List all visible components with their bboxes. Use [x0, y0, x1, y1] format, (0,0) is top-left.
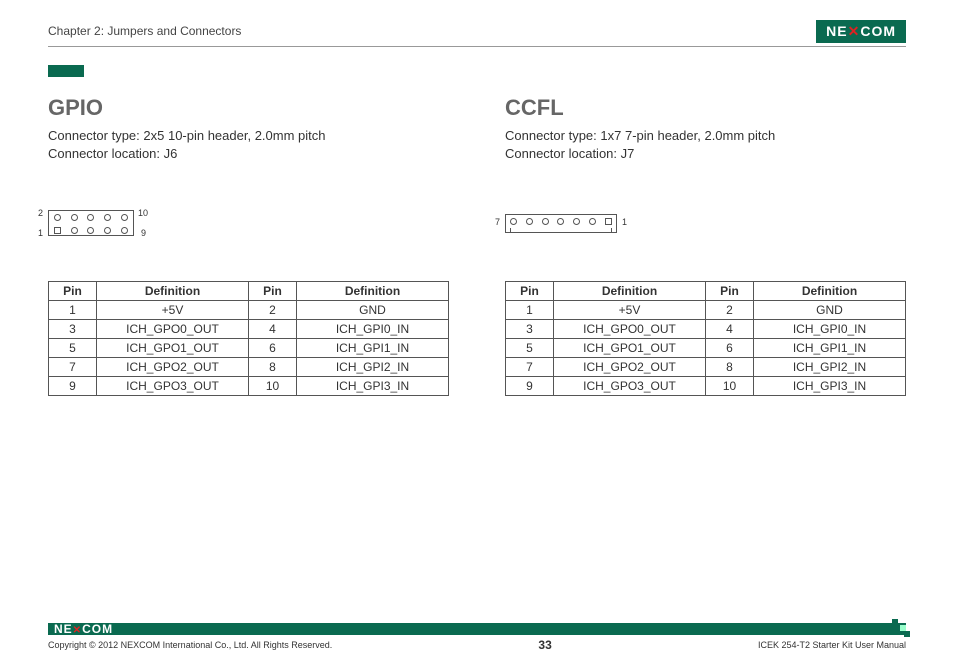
- table-cell: 8: [249, 358, 297, 377]
- table-row: 7ICH_GPO2_OUT8ICH_GPI2_IN: [506, 358, 906, 377]
- footer-bar: NE✕COM: [48, 623, 906, 635]
- table-cell: 5: [49, 339, 97, 358]
- table-cell: 8: [706, 358, 754, 377]
- table-cell: 7: [506, 358, 554, 377]
- connector-diagram-1x7: 7 1: [505, 203, 906, 243]
- table-row: 5ICH_GPO1_OUT6ICH_GPI1_IN: [49, 339, 449, 358]
- pin-label-9: 9: [141, 228, 146, 238]
- table-row: 7ICH_GPO2_OUT8ICH_GPI2_IN: [49, 358, 449, 377]
- pin-label-1: 1: [622, 217, 627, 227]
- th-pin: Pin: [249, 282, 297, 301]
- table-cell: 7: [49, 358, 97, 377]
- table-row: 3ICH_GPO0_OUT4ICH_GPI0_IN: [49, 320, 449, 339]
- header-rule: [48, 46, 906, 47]
- table-row: 1+5V2GND: [49, 301, 449, 320]
- table-cell: GND: [754, 301, 906, 320]
- table-cell: 4: [706, 320, 754, 339]
- table-row: 3ICH_GPO0_OUT4ICH_GPI0_IN: [506, 320, 906, 339]
- table-cell: 10: [249, 377, 297, 396]
- table-cell: ICH_GPO2_OUT: [97, 358, 249, 377]
- table-row: 5ICH_GPO1_OUT6ICH_GPI1_IN: [506, 339, 906, 358]
- section-title: CCFL: [505, 95, 906, 121]
- connector-type: Connector type: 1x7 7-pin header, 2.0mm …: [505, 127, 906, 145]
- table-cell: ICH_GPO1_OUT: [97, 339, 249, 358]
- table-cell: ICH_GPO2_OUT: [554, 358, 706, 377]
- table-cell: 3: [506, 320, 554, 339]
- table-cell: +5V: [554, 301, 706, 320]
- table-cell: 6: [249, 339, 297, 358]
- pin-label-7: 7: [495, 217, 500, 227]
- table-row: 9ICH_GPO3_OUT10ICH_GPI3_IN: [506, 377, 906, 396]
- chapter-title: Chapter 2: Jumpers and Connectors: [48, 24, 241, 38]
- pin-label-2: 2: [38, 208, 43, 218]
- table-cell: 10: [706, 377, 754, 396]
- connector-location: Connector location: J6: [48, 145, 449, 163]
- nexcom-logo-bottom: NE✕COM: [48, 622, 113, 636]
- table-row: 1+5V2GND: [506, 301, 906, 320]
- table-cell: 1: [49, 301, 97, 320]
- th-def: Definition: [754, 282, 906, 301]
- table-cell: 3: [49, 320, 97, 339]
- pin-label-1: 1: [38, 228, 43, 238]
- table-cell: ICH_GPI1_IN: [754, 339, 906, 358]
- th-pin: Pin: [506, 282, 554, 301]
- table-cell: ICH_GPO3_OUT: [97, 377, 249, 396]
- pin-label-10: 10: [138, 208, 148, 218]
- table-cell: ICH_GPO0_OUT: [97, 320, 249, 339]
- table-cell: ICH_GPO1_OUT: [554, 339, 706, 358]
- table-cell: ICH_GPI2_IN: [754, 358, 906, 377]
- table-cell: 9: [49, 377, 97, 396]
- table-cell: +5V: [97, 301, 249, 320]
- connector-type: Connector type: 2x5 10-pin header, 2.0mm…: [48, 127, 449, 145]
- table-cell: ICH_GPI1_IN: [297, 339, 449, 358]
- table-cell: ICH_GPI2_IN: [297, 358, 449, 377]
- manual-name: ICEK 254-T2 Starter Kit User Manual: [758, 640, 906, 650]
- table-cell: ICH_GPO3_OUT: [554, 377, 706, 396]
- pinout-table-ccfl: Pin Definition Pin Definition 1+5V2GND3I…: [505, 281, 906, 396]
- table-cell: 1: [506, 301, 554, 320]
- table-cell: 9: [506, 377, 554, 396]
- table-cell: 2: [249, 301, 297, 320]
- th-def: Definition: [97, 282, 249, 301]
- section-title: GPIO: [48, 95, 449, 121]
- table-cell: ICH_GPI3_IN: [297, 377, 449, 396]
- th-pin: Pin: [49, 282, 97, 301]
- footer-ornament-icon: [890, 619, 910, 639]
- table-cell: ICH_GPI0_IN: [297, 320, 449, 339]
- connector-diagram-2x5: 2 10 1 9: [48, 203, 449, 243]
- section-ccfl: CCFL Connector type: 1x7 7-pin header, 2…: [505, 95, 906, 396]
- table-cell: 5: [506, 339, 554, 358]
- table-row: 9ICH_GPO3_OUT10ICH_GPI3_IN: [49, 377, 449, 396]
- pinout-table-gpio: Pin Definition Pin Definition 1+5V2GND3I…: [48, 281, 449, 396]
- section-tab: [48, 65, 84, 77]
- section-gpio: GPIO Connector type: 2x5 10-pin header, …: [48, 95, 449, 396]
- connector-location: Connector location: J7: [505, 145, 906, 163]
- table-cell: ICH_GPO0_OUT: [554, 320, 706, 339]
- table-cell: ICH_GPI3_IN: [754, 377, 906, 396]
- table-cell: ICH_GPI0_IN: [754, 320, 906, 339]
- table-cell: 6: [706, 339, 754, 358]
- nexcom-logo-top: NE✕COM: [816, 20, 906, 43]
- table-cell: 4: [249, 320, 297, 339]
- th-def: Definition: [297, 282, 449, 301]
- table-cell: 2: [706, 301, 754, 320]
- page-number: 33: [538, 638, 551, 652]
- table-cell: GND: [297, 301, 449, 320]
- th-pin: Pin: [706, 282, 754, 301]
- copyright-text: Copyright © 2012 NEXCOM International Co…: [48, 640, 332, 650]
- th-def: Definition: [554, 282, 706, 301]
